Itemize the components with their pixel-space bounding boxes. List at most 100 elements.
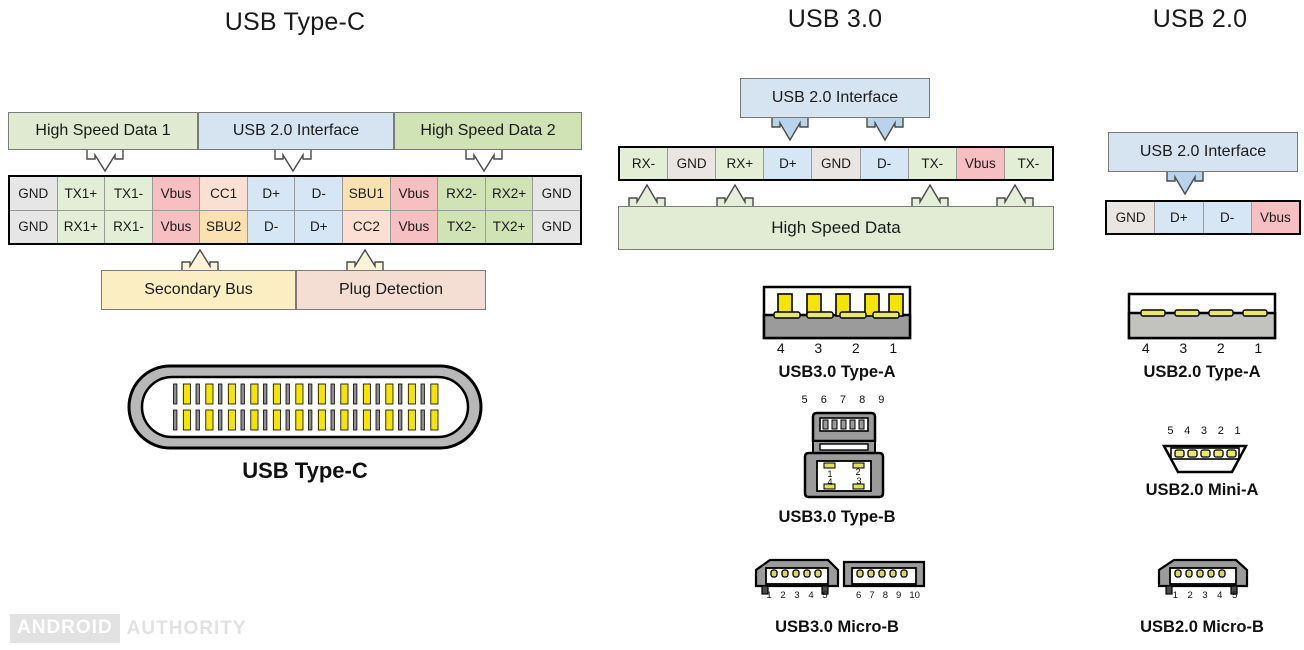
usb30-micro-b-pin-5: 5 [822, 590, 828, 601]
usb30-high-speed-data-box: High Speed Data [618, 206, 1054, 250]
typec-group-hsd1-label: High Speed Data 1 [35, 121, 171, 139]
typec-pin-top-cell-gnd: GND [10, 177, 58, 210]
typec-pin-row-top: GND TX1+ TX1- Vbus CC1 D+ D- SBU1 Vbus RX2- RX2+ GN… [10, 177, 580, 210]
arrow-up-usb30-txminus-1 [910, 181, 950, 207]
usb30-pin-cell-vbus: Vbus [956, 148, 1005, 179]
typec-pin-top-cell-gnd: GND [533, 177, 580, 210]
typec-pin-top-cell-rx2-: RX2+ [485, 177, 534, 210]
usb30-type-a-pin-3: 3 [814, 340, 823, 356]
usb30-pin-row: RX- GND RX+ D+ GND D- TX- Vbus TX- [620, 148, 1052, 179]
usb30-type-a-label: USB3.0 Type-A [778, 363, 896, 381]
watermark-authority: AUTHORITY [126, 617, 247, 639]
typec-pin-bottom-cell-d-: D- [247, 209, 296, 243]
arrow-up-usb30-txminus-2 [995, 181, 1035, 207]
usb30-type-a-pin-4: 4 [776, 340, 785, 356]
usb30-micro-b-pin-2: 2 [780, 590, 786, 601]
usb30-pin-cell-tx-: TX- [1004, 148, 1052, 179]
typec-pin-top-cell-vbus: Vbus [390, 177, 439, 210]
usb30-type-b-inner-pin-4: 4 [827, 477, 832, 487]
usb20-pin-cell-vbus: Vbus [1251, 202, 1299, 233]
typec-pin-bottom-cell-rx1-: RX1- [105, 209, 153, 243]
usb20-mini-a-illustration [1160, 443, 1250, 480]
usb30-interface-label: USB 2.0 Interface [771, 88, 899, 106]
usb20-micro-b-pin-4: 4 [1217, 590, 1223, 601]
typec-pin-top-cell-rx2-: RX2- [438, 177, 486, 210]
usb30-micro-b-right-numbers: 6 7 8 9 10 [852, 590, 924, 604]
usb30-micro-b-pin-3: 3 [794, 590, 800, 601]
usb20-micro-b-pin-numbers: 12345 [1168, 590, 1242, 604]
typec-pin-top-cell-sbu1: SBU1 [343, 177, 391, 210]
usb30-type-a-illustration [762, 285, 912, 345]
arrow-up-usb30-rxminus [627, 181, 667, 207]
usb20-micro-b-pin-2: 2 [1187, 590, 1193, 601]
usb30-pin-cell-rx-: RX+ [716, 148, 765, 179]
usb30-type-b-pin-7: 7 [839, 394, 847, 406]
arrow-down-usb30-dminus [865, 117, 905, 147]
usb30-pin-cell-tx-: TX- [908, 148, 957, 179]
typec-plug-label: USB Type-C [242, 458, 368, 483]
usb20-type-a-pin-3: 3 [1179, 340, 1188, 356]
typec-pin-top-cell-d-: D- [295, 177, 344, 210]
typec-pin-top-cell-vbus: Vbus [152, 177, 201, 210]
usb20-interface-label: USB 2.0 Interface [1139, 142, 1267, 160]
usb30-micro-b-pin-4: 4 [808, 590, 814, 601]
usb30-pin-cell-rx-: RX- [620, 148, 669, 179]
arrow-up-plug-detection [345, 245, 385, 271]
usb20-pin-table: GND D+ D- Vbus [1105, 200, 1301, 235]
usb30-pin-cell-gnd: GND [812, 148, 861, 179]
usb30-pin-cell-d-: D- [860, 148, 909, 179]
typec-group-usb20: USB 2.0 Interface [198, 112, 394, 150]
usb30-micro-b-pin-9: 9 [896, 590, 902, 601]
typec-pin-bottom-cell-d-: D+ [295, 209, 344, 243]
typec-pin-bottom-cell-vbus: Vbus [152, 209, 201, 243]
usb30-type-b-pin-5: 5 [801, 394, 808, 406]
usb30-type-b-pin-9: 9 [878, 394, 885, 406]
typec-group-plug-detection-label: Plug Detection [338, 280, 444, 298]
usb30-type-a-pin-2: 2 [851, 340, 860, 356]
typec-group-hsd2: High Speed Data 2 [394, 112, 582, 150]
usb20-pin-cell-gnd: GND [1107, 202, 1156, 233]
usb30-type-a-pin-1: 1 [889, 340, 898, 356]
usb30-micro-b-left-numbers: 12345 [762, 590, 832, 604]
usb20-mini-a-pin-4: 4 [1184, 425, 1191, 437]
typec-group-hsd1: High Speed Data 1 [8, 112, 198, 150]
usb20-type-a-pin-numbers: 4 3 2 1 [1127, 340, 1277, 358]
page-title-typec: USB Type-C [224, 8, 366, 36]
usb20-mini-a-pin-numbers: 54321 [1162, 425, 1246, 441]
typec-pin-top-cell-cc1: CC1 [200, 177, 248, 210]
usb30-pin-cell-gnd: GND [668, 148, 717, 179]
usb30-micro-b-pin-8: 8 [882, 590, 888, 601]
usb20-micro-b-pin-3: 3 [1202, 590, 1208, 601]
typec-pin-top-cell-d-: D+ [247, 177, 296, 210]
page-title-usb30: USB 3.0 [787, 5, 883, 33]
usb30-type-b-illustration: 1 2 3 4 [803, 411, 885, 504]
usb20-type-a-illustration [1127, 292, 1277, 345]
typec-pin-bottom-cell-sbu2: SBU2 [200, 209, 248, 243]
typec-pin-bottom-cell-tx2-: TX2- [438, 209, 486, 243]
usb20-micro-b-label: USB2.0 Micro-B [1140, 618, 1264, 636]
arrow-up-secondary-bus [180, 245, 220, 271]
diagram-canvas: USB Type-C USB 3.0 USB 2.0 High Speed Da… [0, 0, 1304, 650]
usb20-mini-a-label: USB2.0 Mini-A [1145, 481, 1259, 499]
arrow-down-usb20 [1165, 171, 1205, 201]
usb30-type-b-label: USB3.0 Type-B [778, 508, 896, 526]
usb30-type-a-pin-numbers: 4 3 2 1 [762, 340, 912, 358]
typec-pin-bottom-cell-vbus: Vbus [390, 209, 439, 243]
typec-pin-bottom-cell-gnd: GND [10, 209, 58, 243]
typec-group-secondary-bus-label: Secondary Bus [144, 280, 253, 298]
typec-group-plug-detection: Plug Detection [296, 270, 486, 310]
typec-pin-top-cell-tx1-: TX1+ [57, 177, 106, 210]
typec-plug-illustration [125, 362, 485, 457]
usb30-pin-cell-d-: D+ [764, 148, 813, 179]
usb30-micro-b-pin-10: 10 [909, 590, 920, 601]
typec-pin-bottom-cell-tx2-: TX2+ [485, 209, 534, 243]
usb20-interface-box: USB 2.0 Interface [1108, 132, 1298, 172]
typec-group-secondary-bus: Secondary Bus [101, 270, 296, 310]
usb30-type-b-pin-6: 6 [820, 394, 827, 406]
usb30-type-b-top-numbers: 56789 [795, 394, 891, 410]
usb20-type-a-pin-1: 1 [1254, 340, 1263, 356]
usb20-mini-a-pin-5: 5 [1167, 425, 1174, 437]
usb20-micro-b-pin-5: 5 [1231, 590, 1238, 601]
typec-pin-bottom-cell-gnd: GND [533, 209, 580, 243]
usb30-interface-box: USB 2.0 Interface [740, 78, 930, 118]
